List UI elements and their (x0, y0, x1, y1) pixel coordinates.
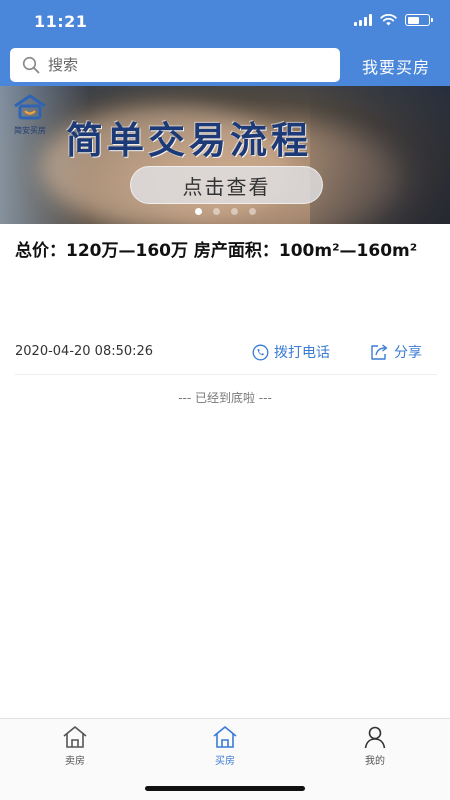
phone-icon (252, 344, 269, 360)
home-icon (63, 726, 87, 748)
share-button[interactable]: 分享 (370, 342, 422, 362)
home-icon (213, 726, 237, 748)
brand-logo: 简安买房 (10, 94, 50, 136)
share-label: 分享 (394, 345, 422, 361)
list-end-text: --- 已经到底啦 --- (178, 391, 272, 405)
battery-level (407, 16, 419, 24)
status-icons (354, 14, 433, 26)
carousel-dot[interactable] (212, 208, 220, 215)
battery-icon (405, 14, 433, 26)
listing-date: 2020-04-20 08:50:26 (15, 344, 154, 359)
status-time: 11:21 (34, 12, 88, 31)
carousel-indicators[interactable] (0, 208, 450, 215)
carousel-dot[interactable] (194, 208, 202, 215)
house-logo-icon (14, 94, 46, 120)
tab-buy[interactable]: 买房 (185, 725, 265, 767)
listing-title: 总价：120万—160万 房产面积：100m²—160m² (15, 241, 418, 261)
wifi-icon (380, 14, 397, 26)
tab-mine[interactable]: 我的 (335, 725, 415, 767)
share-icon (371, 344, 388, 360)
banner-view-button[interactable]: 点击查看 (130, 166, 323, 204)
carousel-dot[interactable] (248, 208, 256, 215)
promo-banner[interactable]: 简安买房 简单交易流程 点击查看 (0, 86, 450, 224)
search-bar[interactable] (10, 48, 340, 82)
divider (15, 374, 437, 375)
listing-meta: 2020-04-20 08:50:26 拨打电话 分享 (15, 342, 437, 364)
search-input[interactable] (48, 56, 308, 74)
tab-buy-label: 买房 (215, 756, 235, 767)
home-indicator (145, 786, 305, 791)
call-button[interactable]: 拨打电话 (252, 342, 330, 362)
tab-sell-label: 卖房 (65, 756, 85, 767)
top-header: 11:21 我要买房 (0, 0, 450, 86)
user-icon (364, 726, 386, 749)
carousel-dot[interactable] (230, 208, 238, 215)
listing-card[interactable]: 总价：120万—160万 房产面积：100m²—160m² (15, 238, 437, 264)
call-label: 拨打电话 (274, 345, 330, 361)
tab-sell[interactable]: 卖房 (35, 725, 115, 767)
buy-house-link[interactable]: 我要买房 (362, 54, 430, 78)
search-icon (22, 56, 40, 74)
status-bar: 11:21 (0, 0, 450, 44)
tab-mine-label: 我的 (365, 756, 385, 767)
cellular-signal-icon (354, 14, 372, 26)
banner-title: 简单交易流程 (66, 119, 312, 162)
logo-text: 简安买房 (14, 126, 46, 135)
